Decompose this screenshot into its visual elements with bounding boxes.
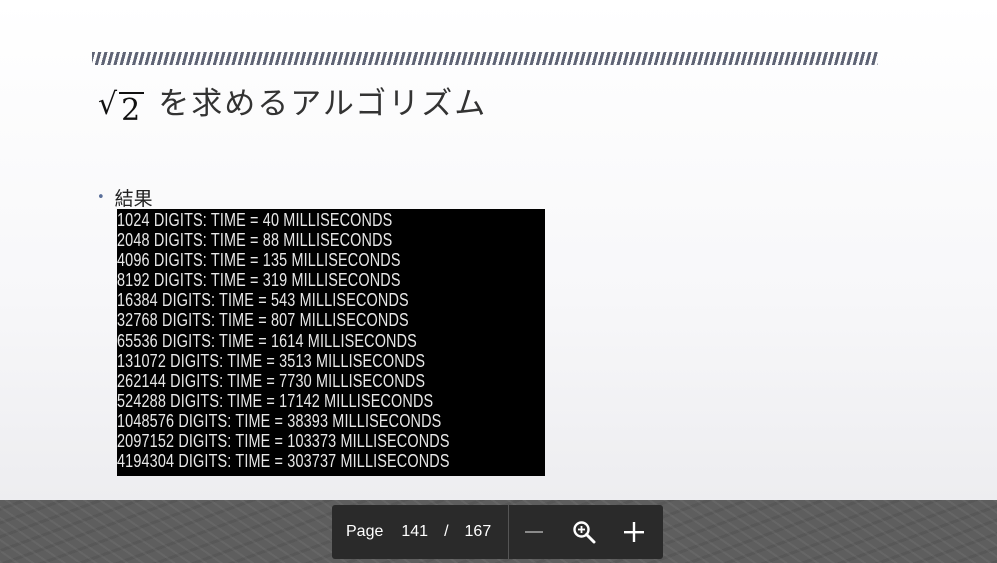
console-line: 65536 DIGITS: TIME = 1614 MILLISECONDS xyxy=(117,330,417,351)
bullet-dot-icon: • xyxy=(97,190,105,205)
console-line: 1048576 DIGITS: TIME = 38393 MILLISECOND… xyxy=(117,410,442,431)
console-line: 4194304 DIGITS: TIME = 303737 MILLISECON… xyxy=(117,451,450,472)
zoom-fit-button[interactable] xyxy=(559,505,609,559)
bullet-label: 結果 xyxy=(114,188,153,210)
console-line: 16384 DIGITS: TIME = 543 MILLISECONDS xyxy=(117,290,409,311)
zoom-magnifier-icon xyxy=(573,521,596,544)
page-separator: / xyxy=(444,523,449,540)
sqrt-symbol: √ 2 xyxy=(98,87,145,128)
bullet-item: • 結果 xyxy=(97,184,153,211)
console-line: 8192 DIGITS: TIME = 319 MILLISECONDS xyxy=(117,270,401,291)
console-line: 32768 DIGITS: TIME = 807 MILLISECONDS xyxy=(117,310,409,331)
console-output-image: 1024 DIGITS: TIME = 40 MILLISECONDS 2048 … xyxy=(117,209,545,476)
page-label: Page xyxy=(346,523,384,540)
minus-icon xyxy=(525,531,543,533)
plus-icon xyxy=(624,522,644,542)
console-lines: 1024 DIGITS: TIME = 40 MILLISECONDS 2048 … xyxy=(117,209,545,471)
console-line: 131072 DIGITS: TIME = 3513 MILLISECONDS xyxy=(117,350,426,371)
slide-title: √ 2 を求めるアルゴリズム xyxy=(98,78,488,127)
zoom-in-button[interactable] xyxy=(609,505,659,559)
total-pages: 167 xyxy=(464,523,492,540)
console-line: 262144 DIGITS: TIME = 7730 MILLISECONDS xyxy=(117,370,426,391)
console-line: 1024 DIGITS: TIME = 40 MILLISECONDS xyxy=(117,210,393,230)
current-page-number[interactable]: 141 xyxy=(401,523,428,541)
console-line: 2097152 DIGITS: TIME = 103373 MILLISECON… xyxy=(117,431,450,452)
title-decoration-bar xyxy=(92,52,878,65)
zoom-out-button[interactable] xyxy=(509,505,559,559)
page-toolbar: Page 141 / 167 xyxy=(332,505,663,559)
slide-title-text: を求めるアルゴリズム xyxy=(158,86,488,122)
page-indicator: Page 141 / 167 xyxy=(332,505,508,559)
console-line: 2048 DIGITS: TIME = 88 MILLISECONDS xyxy=(117,230,393,251)
console-line: 524288 DIGITS: TIME = 17142 MILLISECONDS xyxy=(117,390,434,411)
console-line: 4096 DIGITS: TIME = 135 MILLISECONDS xyxy=(117,250,401,271)
slide: √ 2 を求めるアルゴリズム • 結果 1024 DIGITS: TIME = … xyxy=(0,0,997,500)
radicand: 2 xyxy=(119,92,145,128)
radical-sign: √ xyxy=(98,87,120,122)
